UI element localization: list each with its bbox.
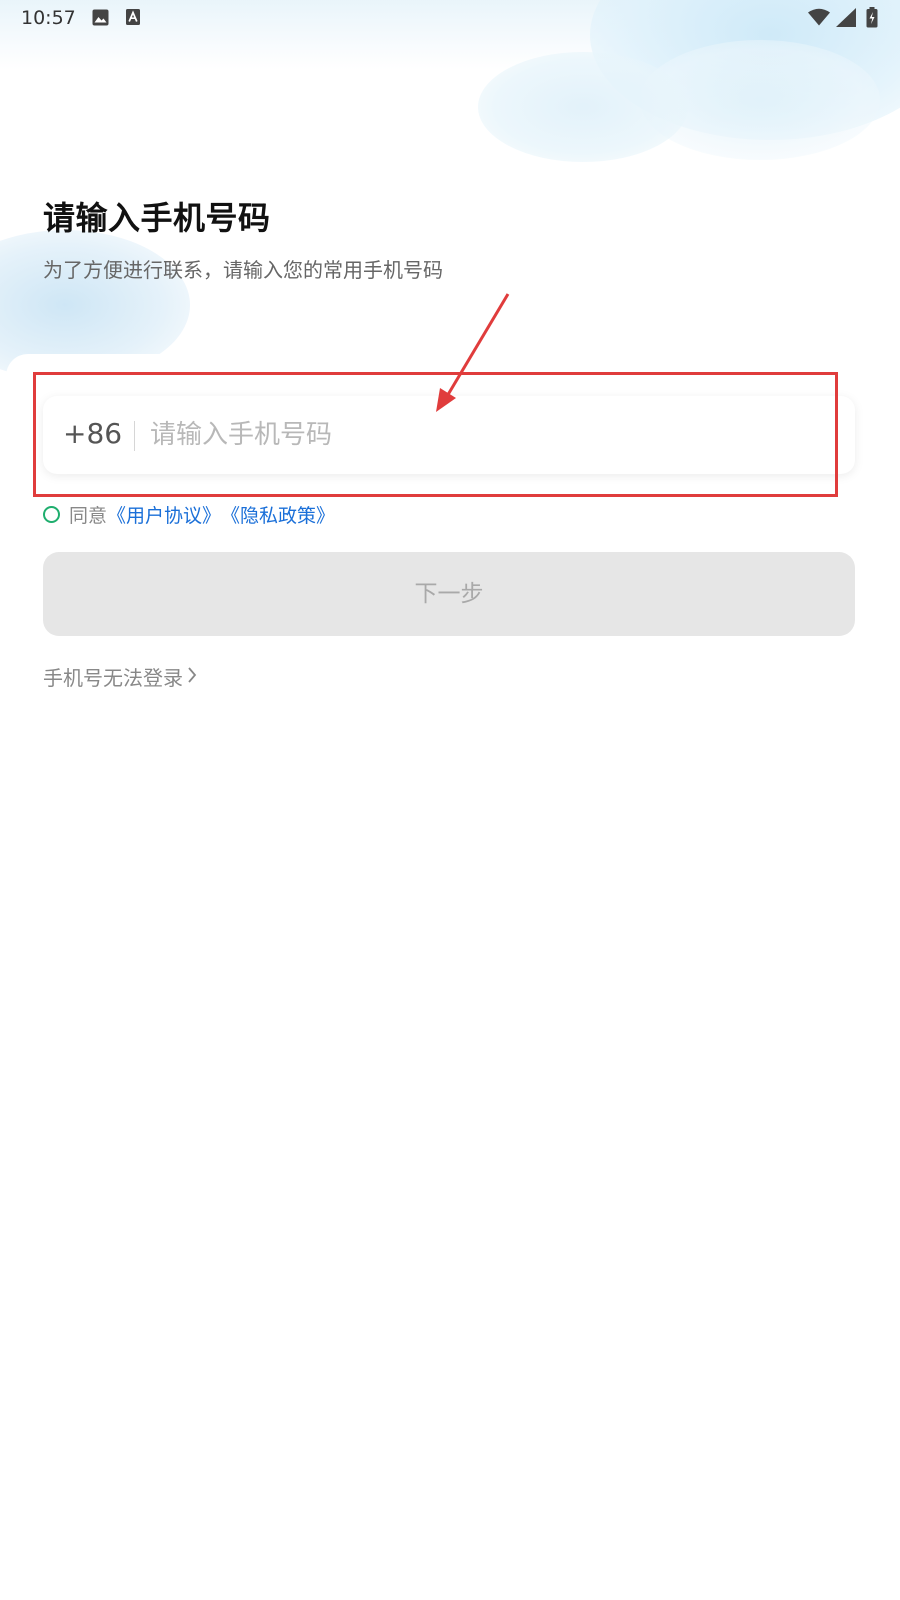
a-icon [126,9,140,29]
wifi-icon [808,8,830,30]
background-cloud-center [478,52,688,162]
signal-icon [836,8,856,31]
phone-input-row: +86 [43,396,855,474]
image-icon [92,9,109,30]
content-sheet [6,354,900,1600]
status-time: 10:57 [21,7,76,29]
chevron-right-icon [187,665,197,689]
next-button[interactable]: 下一步 [43,552,855,636]
cannot-login-label: 手机号无法登录 [43,665,183,690]
cannot-login-link[interactable]: 手机号无法登录 [43,662,197,690]
phone-number-input[interactable] [150,410,840,460]
page-title: 请输入手机号码 [43,199,271,237]
background-decoration [0,0,900,380]
privacy-policy-link[interactable]: 《隐私政策》 [221,501,335,528]
agreement-prefix: 同意 [69,504,108,527]
background-cloud-right-lower [640,40,880,160]
input-divider [134,421,135,451]
agreement-checkbox[interactable] [43,506,60,523]
status-bar: 10:57 [0,0,900,36]
agreement-row: 同意 《用户协议》 《隐私政策》 [43,500,335,528]
page-subtitle: 为了方便进行联系，请输入您的常用手机号码 [43,258,443,282]
user-agreement-link[interactable]: 《用户协议》 [107,501,221,528]
country-code-selector[interactable]: +86 [63,417,122,450]
battery-charging-icon [866,7,878,32]
